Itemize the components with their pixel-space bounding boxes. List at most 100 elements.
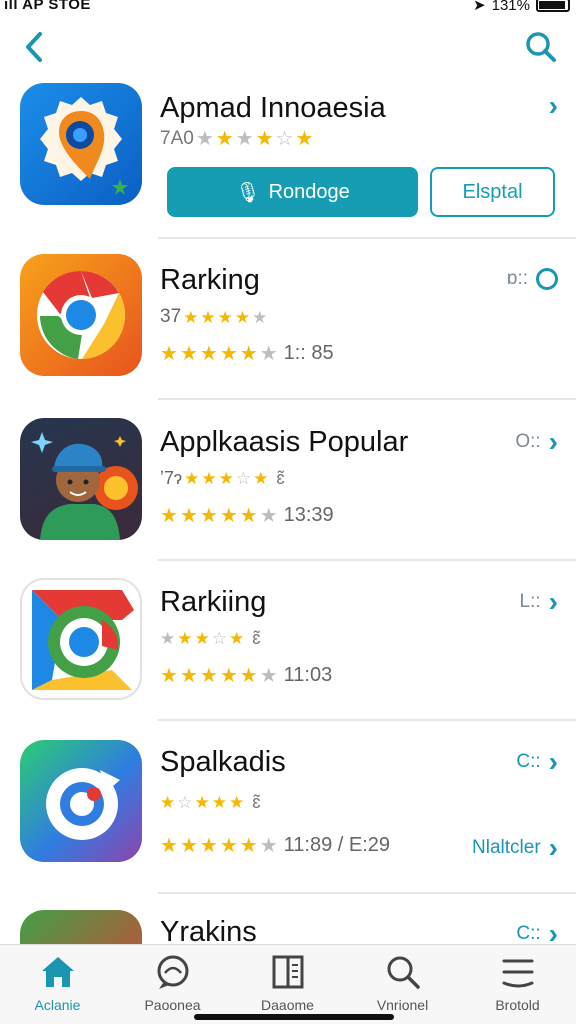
chevron-right-icon: › <box>548 746 558 777</box>
app-icon-character <box>20 418 142 540</box>
chevron-right-icon: › <box>548 426 558 457</box>
app-rating: ★ ★ ★ ★ ★ ★ 11:89 / E:29 <box>160 834 390 857</box>
star-icon: ☆ <box>275 128 294 150</box>
row-meta[interactable]: O:: › <box>515 428 558 456</box>
location-icon: ➤ <box>473 0 486 14</box>
tab-label: Daaome <box>261 997 314 1013</box>
tab-library[interactable]: Daaome <box>230 953 345 1013</box>
star-icon: ★ <box>160 664 178 687</box>
featured-rating: 7A0 ★ ★ ★ ★ ☆ ★ <box>160 128 313 150</box>
sub-text: 37 <box>160 306 182 327</box>
star-icon: ★ <box>184 469 200 488</box>
tab-home[interactable]: Aclanie <box>0 953 115 1013</box>
star-icon: ★ <box>259 834 278 857</box>
list-item[interactable]: Applkaasis Popular ʼ7ɂ ★ ★ ★ ☆ ★ ɛ̃ ★ ★ … <box>0 400 576 560</box>
divider <box>158 237 576 239</box>
secondary-action-button[interactable]: Elsptal <box>430 167 555 217</box>
app-subline: ★ ☆ ★ ★ ★ ɛ̃ <box>160 792 261 813</box>
star-icon: ★ <box>183 307 199 327</box>
search-button[interactable] <box>524 30 558 64</box>
score-text: 1:: 85 <box>283 342 334 364</box>
star-icon: ★ <box>253 469 269 488</box>
score-text: 11:89 / E:29 <box>283 834 391 856</box>
chevron-right-icon: › <box>548 918 558 945</box>
featured-title: Apmad Innoaesia <box>160 92 386 124</box>
star-icon: ★ <box>259 664 278 687</box>
meta-text: C:: <box>516 751 541 772</box>
app-icon-swirl <box>20 578 142 700</box>
star-icon: ★ <box>218 469 234 488</box>
home-icon <box>41 957 74 987</box>
app-title: Applkaasis Popular <box>160 426 409 458</box>
star-icon: ★ <box>194 793 210 812</box>
app-subline: 37 ★ ★ ★ ★ ★ <box>160 306 267 328</box>
featured-chevron[interactable]: › <box>549 92 558 120</box>
star-icon: ☆ <box>211 629 227 648</box>
app-rating: ★ ★ ★ ★ ★ ★ 11:03 <box>160 664 332 687</box>
search-icon <box>387 956 420 989</box>
star-icon: ★ <box>160 834 178 857</box>
app-rating: ★ ★ ★ ★ ★ ★ 13:39 <box>160 504 334 527</box>
primary-action-label: Rondoge <box>268 180 350 203</box>
star-icon: ★ <box>160 629 176 648</box>
star-icon: ★ <box>211 793 227 812</box>
row-meta[interactable]: L:: › <box>520 588 558 616</box>
primary-action-button[interactable]: 🎙 Rondoge <box>167 167 418 217</box>
row-meta[interactable]: ɒ:: <box>507 268 558 290</box>
sub-flag: ɛ̃ <box>276 468 285 488</box>
secondary-action-label: Elsptal <box>462 180 523 203</box>
sub-text: ʼ7ɂ <box>160 468 183 488</box>
row-meta[interactable]: C:: › <box>516 748 558 776</box>
tab-label: Aclanie <box>34 997 81 1013</box>
book-icon <box>272 955 303 989</box>
tab-label: Vnrionel <box>376 997 429 1013</box>
home-indicator <box>194 1014 394 1020</box>
meta-text: O:: <box>515 431 541 452</box>
list-item[interactable]: Spalkadis ★ ☆ ★ ★ ★ ɛ̃ ★ ★ ★ ★ ★ ★ 11:89… <box>0 720 576 892</box>
star-icon: ★ <box>217 307 233 327</box>
tab-label: Paoonea <box>144 997 201 1013</box>
star-icon: ★ <box>179 342 198 365</box>
star-icon: ★ <box>219 664 238 687</box>
star-icon: ★ <box>177 629 193 648</box>
star-icon: ★ <box>199 342 218 365</box>
app-title: Rarking <box>160 264 260 296</box>
star-icon: ★ <box>199 834 218 857</box>
list-item[interactable]: Rarkiing ★ ★ ★ ☆ ★ ɛ̃ ★ ★ ★ ★ ★ ★ 11:03 … <box>0 560 576 720</box>
star-icon: ★ <box>179 664 198 687</box>
star-icon: ★ <box>252 307 268 327</box>
list-item[interactable]: Rarking 37 ★ ★ ★ ★ ★ ★ ★ ★ ★ ★ ★ 1:: 85 … <box>0 240 576 400</box>
star-icon: ★ <box>255 128 274 150</box>
app-icon-ring <box>20 740 142 862</box>
app-subline: ʼ7ɂ ★ ★ ★ ☆ ★ ɛ̃ <box>160 468 285 489</box>
sub-flag: ɛ̃ <box>252 628 261 648</box>
star-icon: ★ <box>201 469 217 488</box>
star-icon: ★ <box>259 504 278 527</box>
app-title: Spalkadis <box>160 746 286 778</box>
star-icon: ★ <box>200 307 216 327</box>
row-meta[interactable]: C:: › <box>516 918 558 945</box>
chat-icon <box>157 955 188 989</box>
star-icon: ★ <box>179 504 198 527</box>
tab-chat[interactable]: Paoonea <box>115 953 230 1013</box>
star-icon: ★ <box>199 504 218 527</box>
list-item[interactable]: Yrakins C:: › <box>0 894 576 944</box>
extra-link-text: Nlaltcler <box>472 837 541 858</box>
star-icon: ★ <box>239 342 258 365</box>
meta-text: C:: <box>516 923 541 944</box>
status-bar: ıll AP STOE ➤ 131% <box>0 0 576 14</box>
star-icon: ☆ <box>177 793 193 812</box>
star-icon: ★ <box>295 128 314 150</box>
back-button[interactable] <box>20 30 50 64</box>
app-title: Rarkiing <box>160 586 267 618</box>
tab-label: Brotold <box>495 997 540 1013</box>
star-icon: ★ <box>219 342 238 365</box>
battery-percent: 131% <box>491 0 530 14</box>
star-icon: ★ <box>179 834 198 857</box>
tab-search[interactable]: Vnrionel <box>345 953 460 1013</box>
tab-menu[interactable]: Brotold <box>460 953 575 1013</box>
app-icon-browser <box>20 254 142 376</box>
app-title: Yrakins <box>160 916 257 944</box>
row-extra-link[interactable]: Nlaltcler › <box>472 834 558 862</box>
carrier-label: ıll AP STOE <box>4 0 91 13</box>
